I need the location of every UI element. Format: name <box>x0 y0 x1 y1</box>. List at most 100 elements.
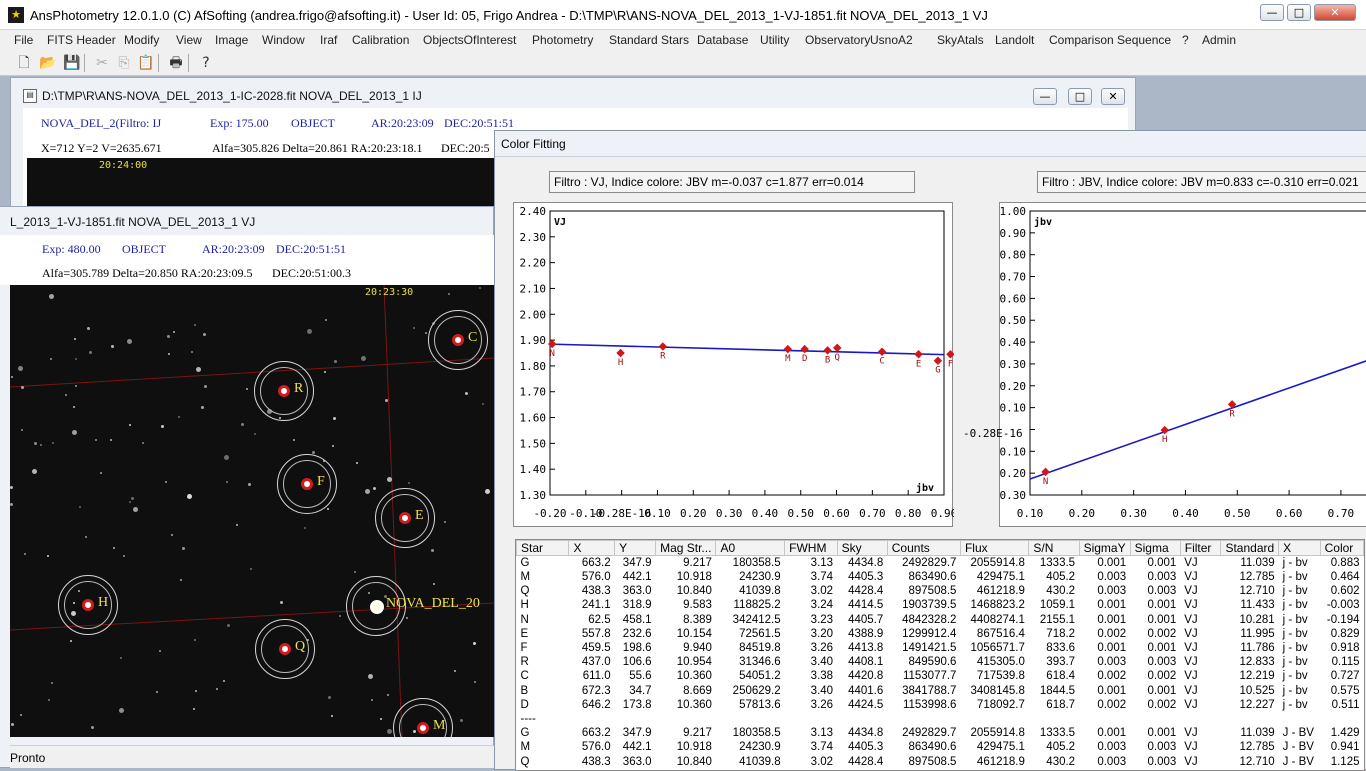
sky-image-ic[interactable]: 20:24:00 <box>27 158 497 206</box>
target-marker[interactable] <box>279 643 291 655</box>
copy-icon[interactable]: ⎘ <box>114 53 134 73</box>
paste-icon[interactable]: 📋 <box>136 53 156 73</box>
menu-item-iraf[interactable]: Iraf <box>320 33 337 47</box>
target-marker[interactable] <box>370 600 384 614</box>
menu-item-objectsofinterest[interactable]: ObjectsOfInterest <box>423 33 516 47</box>
menu-item-window[interactable]: Window <box>262 33 305 47</box>
column-header[interactable]: Sigma <box>1129 540 1181 556</box>
table-cell: 0.003 <box>1097 741 1127 754</box>
column-header[interactable]: Flux <box>959 540 1030 556</box>
column-header[interactable]: S/N <box>1028 540 1080 556</box>
column-header[interactable]: Standard <box>1220 540 1280 556</box>
table-row[interactable]: C 611.0 55.6 10.360 54051.2 3.38 4420.8 1153077… <box>517 669 1364 683</box>
table-cell: 3.40 <box>810 656 834 669</box>
maximize-button[interactable]: □ <box>1287 4 1311 21</box>
table-cell: 1491421.5 <box>902 642 957 655</box>
column-header[interactable]: Y <box>614 540 657 556</box>
menu-item-usnoa2[interactable]: UsnoA2 <box>870 33 913 47</box>
star <box>168 353 170 355</box>
menu-item-image[interactable]: Image <box>215 33 248 47</box>
open-icon[interactable]: 📂 <box>38 53 58 73</box>
table-row[interactable]: H 241.1 318.9 9.583 118825.2 3.24 4414.5 190373… <box>517 598 1364 612</box>
column-header[interactable]: X <box>1278 540 1321 556</box>
column-header[interactable]: Filter <box>1179 540 1222 556</box>
target-marker[interactable] <box>82 599 94 611</box>
table-cell: 11.039 <box>1240 557 1275 569</box>
print-icon[interactable]: 🖶 <box>166 53 186 73</box>
table-row[interactable]: Q 438.3 363.0 10.840 41039.8 3.02 4428.4 897508… <box>517 584 1364 598</box>
data-point <box>877 347 887 356</box>
table-row[interactable]: R 437.0 106.6 10.954 31346.6 3.40 4408.1 849590… <box>517 655 1364 669</box>
menu-item-modify[interactable]: Modify <box>124 33 159 47</box>
table-cell: j - bv <box>1282 642 1308 655</box>
column-header[interactable]: Star <box>516 540 570 556</box>
plot-panel-jbv: 1.00 0.90 0.80 0.70 0.60 0.50 0.40 0.30 0.20 0.10… <box>993 202 1366 527</box>
table-row[interactable]: G 663.2 347.9 9.217 180358.5 3.13 4434.8 249282… <box>517 556 1364 571</box>
column-header[interactable]: SigmaY <box>1078 540 1131 556</box>
table-row[interactable]: G 663.2 347.9 9.217 180358.5 3.13 4434.8 249282… <box>517 726 1364 740</box>
menu-item-help[interactable]: ? <box>1182 33 1189 47</box>
table-row[interactable]: M 576.0 442.1 10.918 24230.9 3.74 4405.3 863490… <box>517 570 1364 584</box>
cursor-readout: X=712 Y=2 V=2635.671 <box>41 141 162 155</box>
menu-item-comparison-sequence[interactable]: Comparison Sequence <box>1049 33 1171 47</box>
table-row[interactable]: Q 438.3 363.0 10.840 41039.8 3.02 4428.4 897508… <box>517 754 1364 768</box>
column-header[interactable]: FWHM <box>784 540 838 556</box>
menu-item-observatory[interactable]: Observatory <box>805 33 870 47</box>
menu-item-landolt[interactable]: Landolt <box>995 33 1034 47</box>
star <box>433 583 435 585</box>
image-window-vj[interactable]: L_2013_1-VJ-1851.fit NOVA_DEL_2013_1 VJ … <box>0 206 494 768</box>
child-close-button[interactable]: ✕ <box>1101 88 1125 105</box>
photometry-table[interactable]: Star X Y Mag Str... A0 FWHM Sky Counts Flux S/N Si… <box>515 539 1365 771</box>
table-row[interactable]: M 576.0 442.1 10.918 24230.9 3.74 4405.3 863490… <box>517 740 1364 754</box>
star <box>70 640 72 642</box>
star <box>304 527 306 529</box>
table-row[interactable]: N 62.5 458.1 8.389 342412.5 3.23 4405.7 4842328… <box>517 613 1364 627</box>
star <box>75 385 77 387</box>
table-row[interactable]: ---- <box>517 712 1364 726</box>
menu-item-fits-header[interactable]: FITS Header <box>47 33 116 47</box>
menu-item-file[interactable]: File <box>14 33 33 47</box>
save-icon[interactable]: 💾 <box>62 53 82 73</box>
sky-image-vj[interactable]: 20:23:30 C R F E H NOVA_DEL_20 Q M <box>10 285 494 737</box>
target-marker[interactable] <box>399 512 411 524</box>
menu-item-calibration[interactable]: Calibration <box>352 33 409 47</box>
table-cell: 0.002 <box>1147 670 1177 683</box>
target-marker[interactable] <box>452 334 464 346</box>
menu-item-database[interactable]: Database <box>697 33 748 47</box>
target-marker[interactable] <box>278 385 290 397</box>
star <box>368 674 373 679</box>
child-maximize-button[interactable]: □ <box>1068 88 1092 105</box>
column-header[interactable]: Mag Str... <box>655 540 717 556</box>
color-fitting-window[interactable]: Color Fitting Filtro : VJ, Indice colore… <box>494 130 1366 771</box>
child-minimize-button[interactable]: — <box>1033 88 1057 105</box>
table-cell <box>960 712 1028 726</box>
table-row[interactable]: D 646.2 173.8 10.360 57813.6 3.26 4424.5 115399… <box>517 698 1364 712</box>
column-header[interactable]: Color <box>1319 540 1364 556</box>
minimize-button[interactable]: — <box>1260 4 1284 21</box>
data-point <box>800 344 809 354</box>
star <box>111 345 114 348</box>
column-header[interactable]: Sky <box>836 540 888 556</box>
cut-icon[interactable]: ✂ <box>92 53 112 73</box>
menu-item-view[interactable]: View <box>176 33 202 47</box>
menu-item-utility[interactable]: Utility <box>760 33 789 47</box>
help-icon[interactable]: ? <box>196 53 216 73</box>
column-header[interactable]: X <box>568 540 616 556</box>
column-header[interactable]: A0 <box>715 540 786 556</box>
menu-item-photometry[interactable]: Photometry <box>532 33 593 47</box>
star <box>196 367 201 372</box>
menu-item-standard-stars[interactable]: Standard Stars <box>609 33 689 47</box>
table-row[interactable]: F 459.5 198.6 9.940 84519.8 3.26 4413.8 1491421… <box>517 641 1364 655</box>
fit-result-vj: Filtro : VJ, Indice colore: JBV m=-0.037… <box>549 171 915 193</box>
column-header[interactable]: Counts <box>886 540 961 556</box>
table-row[interactable]: E 557.8 232.6 10.154 72561.5 3.20 4388.9 129991… <box>517 627 1364 641</box>
table-cell: 618.4 <box>1046 670 1076 683</box>
target-marker[interactable] <box>301 478 313 490</box>
target-marker[interactable] <box>417 722 429 734</box>
table-row[interactable]: B 672.3 34.7 8.669 250629.2 3.40 4401.6 3841788… <box>517 684 1364 698</box>
menu-item-admin[interactable]: Admin <box>1202 33 1236 47</box>
menu-item-skyatals[interactable]: SkyAtals <box>937 33 984 47</box>
new-icon[interactable]: 🗋 <box>14 53 34 73</box>
close-button[interactable]: ✕ <box>1314 4 1356 21</box>
table-cell: 718.2 <box>1046 627 1076 640</box>
